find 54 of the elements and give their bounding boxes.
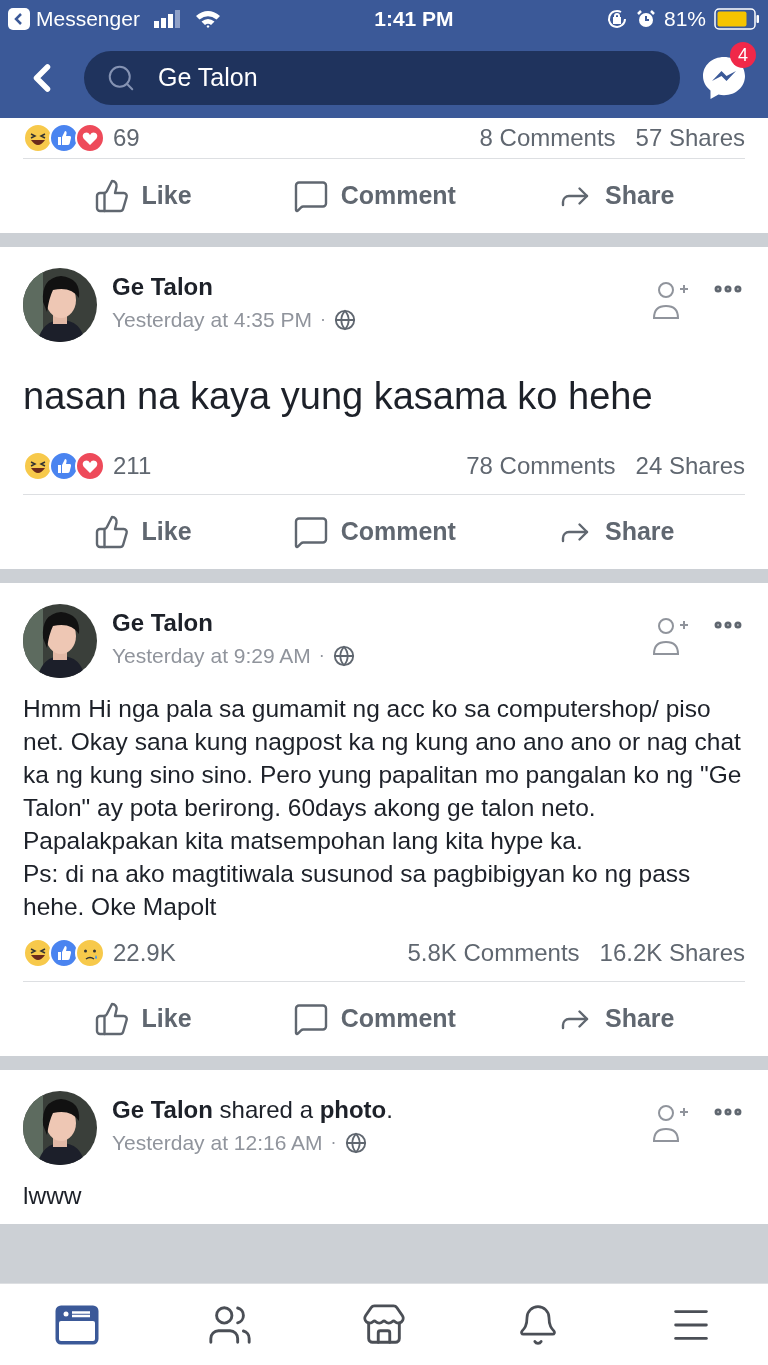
reaction-count: 69 (113, 123, 140, 153)
author-name[interactable]: Ge Talon (112, 272, 651, 302)
share-count[interactable]: 16.2K Shares (599, 935, 745, 971)
globe-icon (344, 1131, 367, 1154)
alarm-icon (635, 9, 656, 29)
battery-icon (714, 8, 760, 30)
speech-bubble-icon (292, 514, 329, 550)
globe-icon (334, 308, 356, 331)
post-time[interactable]: Yesterday at 9:29 AM (112, 640, 311, 672)
clock-time: 1:41 PM (374, 6, 454, 33)
rotation-lock-icon (605, 8, 628, 30)
comment-button[interactable]: Comment (292, 513, 456, 551)
comment-count[interactable]: 78 Comments (466, 448, 616, 484)
separator-dot: · (318, 644, 325, 668)
post-text: nasan na kaya yung kasama ko hehe (23, 374, 654, 419)
back-app-label[interactable]: Messenger (36, 3, 140, 35)
post-time[interactable]: Yesterday at 4:35 PM (112, 304, 312, 336)
share-button[interactable]: Share (557, 1000, 675, 1038)
news-feed-icon (54, 1304, 99, 1345)
author-name[interactable]: Ge Talon (112, 608, 651, 638)
thumbs-up-icon (93, 178, 130, 214)
thumbs-up-icon (93, 514, 130, 550)
comment-button[interactable]: Comment (292, 177, 456, 215)
battery-percent: 81% (663, 6, 706, 33)
post-text: Hmm Hi nga pala sa gumamit ng acc ko sa computershop/ piso net. Okay sana kung nagpost ka ng kung ano ano ano or nag chat ka ng kung sino sino. Pero yung papalitan mo pangalan ko ng "Ge Talon" ay pota berirong. 60days akong ge talon neto. Papalakpakan kita matsempohan lang kita hype ka. (23, 694, 743, 856)
post-text: Ps: di na ako magtitiwala susunod sa pagbibigyan ko ng pass hehe. Oke Mapolt (23, 859, 692, 922)
comment-button[interactable]: Comment (292, 1000, 456, 1038)
add-friend-icon[interactable] (651, 280, 689, 320)
post-text: lwww (23, 1181, 83, 1211)
reaction-count: 211 (113, 451, 152, 481)
post-time[interactable]: Yesterday at 12:16 AM (112, 1127, 323, 1159)
add-friend-icon[interactable] (651, 616, 689, 656)
share-count[interactable]: 24 Shares (635, 448, 745, 484)
comment-count[interactable]: 5.8K Comments (407, 935, 580, 971)
reaction-count: 22.9K (113, 938, 176, 968)
share-button[interactable]: Share (557, 513, 675, 551)
comment-count[interactable]: 8 Comments (479, 120, 616, 156)
add-friend-icon[interactable] (651, 1103, 689, 1143)
search-field[interactable]: Ge Talon (84, 51, 680, 105)
search-icon (106, 63, 136, 93)
globe-icon (332, 644, 355, 667)
separator-dot: · (330, 1131, 337, 1155)
share-count[interactable]: 57 Shares (635, 120, 745, 156)
notification-badge: 4 (730, 42, 756, 68)
like-button[interactable]: Like (93, 513, 192, 551)
like-button[interactable]: Like (93, 1000, 192, 1038)
thumbs-up-icon (93, 1001, 130, 1037)
separator-dot: · (320, 308, 326, 332)
back-icon[interactable] (8, 8, 30, 30)
like-button[interactable]: Like (93, 177, 192, 215)
speech-bubble-icon (292, 1001, 329, 1037)
share-button[interactable]: Share (557, 177, 675, 215)
author-name[interactable]: Ge Talon shared a photo. (112, 1095, 651, 1125)
speech-bubble-icon (292, 178, 329, 214)
